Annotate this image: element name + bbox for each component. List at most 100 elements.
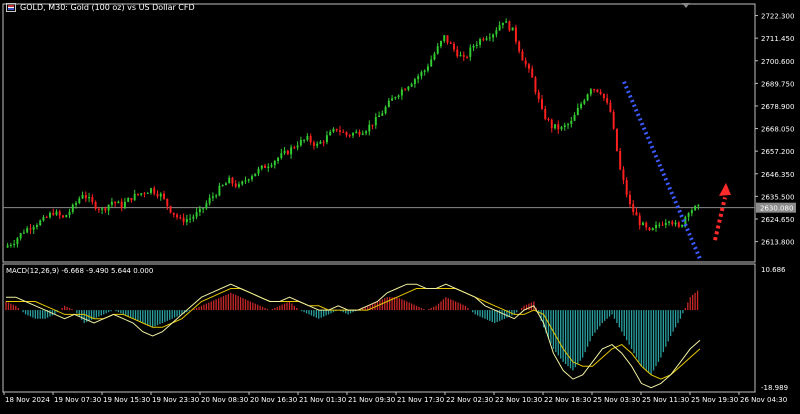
candle-body [260, 165, 263, 169]
candle-body [391, 98, 394, 101]
candle-body [456, 49, 459, 57]
candle-body [609, 102, 612, 112]
candle-body [514, 27, 517, 42]
forecast-arrow-head-icon [719, 182, 731, 196]
candle-body [498, 25, 501, 31]
time-tick-label: 26 Nov 04:30 [740, 396, 787, 404]
candle-body [286, 150, 289, 155]
candle-body [136, 193, 139, 195]
candle-body [505, 21, 508, 23]
price-tick-label: 2624.650 [761, 216, 794, 224]
candle-body [91, 197, 94, 203]
candle-body [280, 153, 283, 158]
candle-body [163, 193, 166, 199]
candle-body [325, 135, 328, 143]
price-tick-label: 2668.050 [761, 126, 794, 134]
candle-body [348, 135, 351, 137]
candle-body [352, 133, 354, 136]
candle-body [84, 195, 87, 199]
candle-body [71, 204, 74, 212]
macd-tick-label: -18.989 [761, 384, 788, 392]
candle-body [35, 225, 38, 228]
chart-canvas[interactable]: 2722.300 2711.450 2700.600 2689.750 2678.900… [0, 0, 800, 410]
candle-body [133, 193, 136, 201]
candle-body [596, 89, 599, 92]
trendline-dotted [622, 81, 702, 260]
macd-title: MACD(12,26,9) -6.668 -9.490 5.644 0.000 [6, 267, 154, 275]
time-tick-label: 19 Nov 23:30 [152, 396, 199, 404]
candle-body [400, 89, 403, 96]
trading-chart[interactable]: 2722.300 2711.450 2700.600 2689.750 2678.900… [0, 0, 800, 410]
candle-body [127, 197, 130, 202]
candle-body [150, 188, 152, 193]
candle-body [537, 92, 540, 100]
candle-body [534, 77, 537, 93]
price-tick-label: 2700.600 [761, 58, 794, 66]
candle-body [335, 128, 338, 131]
price-tick-label: 2711.450 [761, 35, 794, 43]
candle-body [443, 35, 446, 42]
candle-body [104, 208, 107, 211]
candle-body [674, 222, 677, 225]
candle-body [153, 188, 156, 194]
candle-body [273, 160, 276, 166]
candle-body [123, 201, 126, 209]
candle-body [179, 217, 182, 219]
candle-body [45, 217, 48, 219]
time-tick-label: 19 Nov 15:30 [103, 396, 150, 404]
candle-body [645, 222, 648, 228]
candle-body [521, 51, 524, 61]
candle-body [677, 222, 680, 227]
symbol-title: GOLD, M30: Gold (100 oz) vs US Dollar CF… [20, 3, 195, 12]
candle-body [488, 37, 491, 39]
candle-body [234, 183, 237, 187]
candle-body [479, 39, 482, 45]
candle-body [42, 217, 45, 221]
candle-body [436, 46, 439, 54]
time-tick-label: 20 Nov 08:30 [201, 396, 248, 404]
price-tick-label: 2689.750 [761, 80, 794, 88]
candle-body [410, 84, 413, 87]
candle-body [580, 103, 583, 109]
candle-body [371, 124, 374, 126]
candle-body [224, 183, 227, 186]
candle-body [241, 181, 244, 185]
candle-body [681, 224, 684, 227]
candle-body [19, 233, 22, 239]
candle-body [518, 41, 521, 52]
candle-body [303, 139, 306, 141]
candle-body [228, 177, 231, 184]
current-price-label: 2630.080 [760, 205, 793, 213]
candle-body [211, 196, 214, 198]
collapse-arrow-icon[interactable] [682, 3, 690, 8]
candle-body [446, 35, 449, 43]
candle-body [316, 143, 319, 146]
candle-body [361, 133, 364, 135]
candle-body [635, 211, 638, 216]
candle-body [466, 56, 469, 58]
candle-body [374, 117, 377, 126]
candle-body [62, 215, 64, 218]
candle-body [68, 211, 71, 216]
candle-body [322, 141, 325, 143]
candle-body [485, 38, 488, 40]
candle-body [527, 64, 530, 69]
time-tick-label: 25 Nov 11:30 [642, 396, 689, 404]
candle-body [185, 218, 188, 223]
candle-body [130, 197, 133, 201]
candle-body [156, 193, 159, 197]
candle-body [612, 111, 615, 129]
candle-body [619, 151, 622, 170]
candle-body [593, 89, 596, 91]
candle-body [365, 131, 368, 134]
candle-body [583, 100, 586, 104]
chart-header: GOLD, M30: Gold (100 oz) vs US Dollar CF… [6, 3, 195, 12]
candle-body [332, 128, 335, 132]
candle-body [417, 76, 420, 80]
candle-body [540, 99, 543, 109]
price-tick-label: 2646.350 [761, 171, 794, 179]
candle-body [101, 208, 104, 210]
candle-body [511, 27, 514, 31]
candle-body [573, 114, 576, 121]
candle-body [420, 71, 423, 77]
